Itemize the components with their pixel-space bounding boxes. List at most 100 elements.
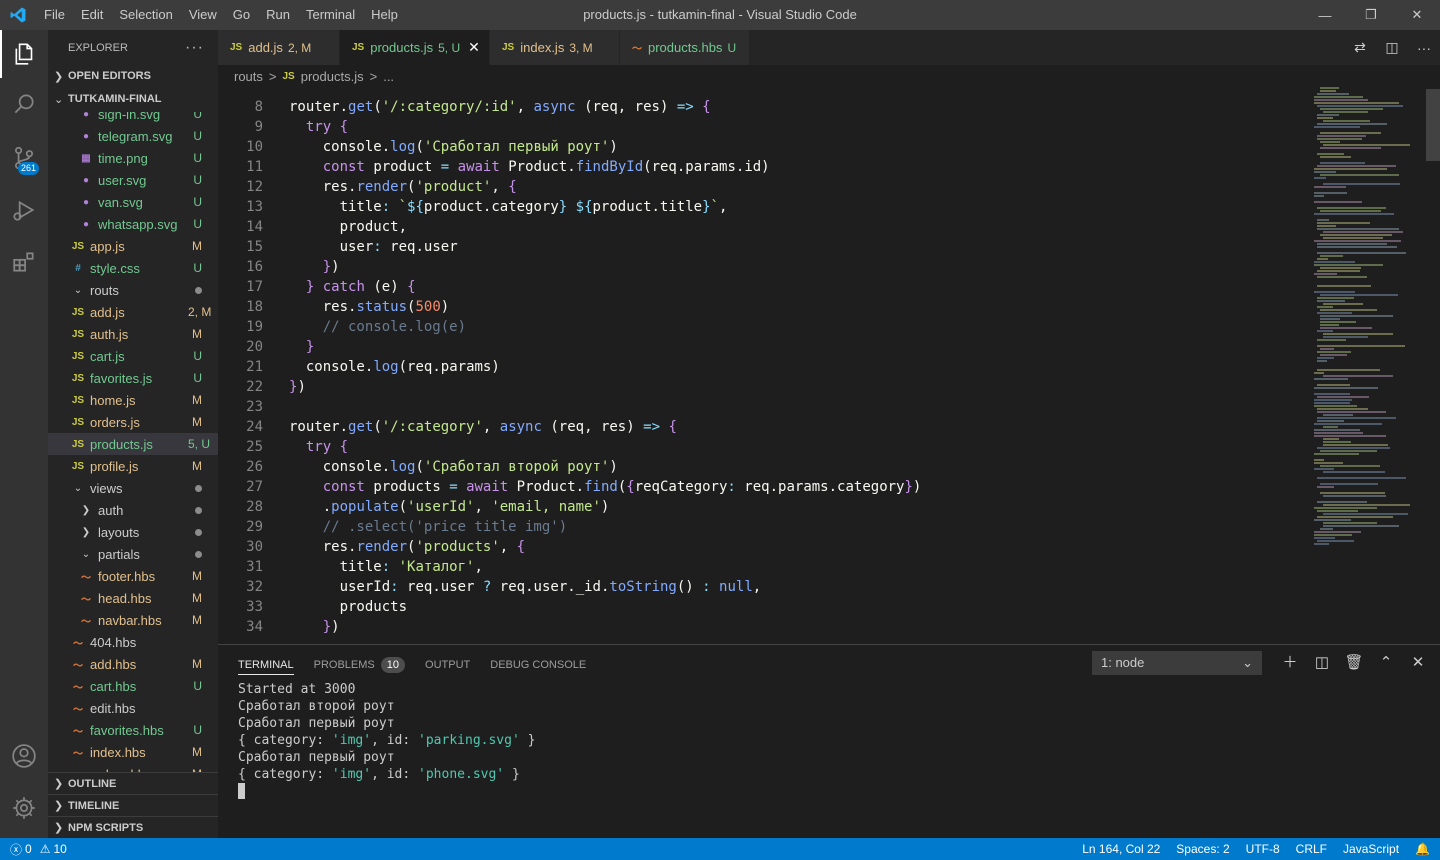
split-terminal-icon[interactable]: ◫ [1306,651,1338,675]
code-line[interactable]: 26 console.log('Сработал второй роут') [218,457,1308,477]
code-line[interactable]: 21 console.log(req.params) [218,357,1308,377]
tree-item[interactable]: ⌄ partials [48,543,218,565]
code-line[interactable]: 19 // console.log(e) [218,317,1308,337]
tree-item[interactable]: ● telegram.svg U [48,125,218,147]
tree-item[interactable]: JS favorites.js U [48,367,218,389]
code-line[interactable]: 20 } [218,337,1308,357]
tree-item[interactable]: # style.css U [48,257,218,279]
code-line[interactable]: 29 // .select('price title img') [218,517,1308,537]
menu-item-run[interactable]: Run [258,0,298,30]
code-line[interactable]: 33 products [218,597,1308,617]
tree-item[interactable]: ❯ layouts [48,521,218,543]
code-line[interactable]: 10 console.log('Сработал первый роут') [218,137,1308,157]
open-editors-section[interactable]: ❯ OPEN EDITORS [48,65,218,87]
tree-item[interactable]: 〜 cart.hbs U [48,675,218,697]
tree-item[interactable]: JS profile.js M [48,455,218,477]
code-line[interactable]: 28 .populate('userId', 'email, name') [218,497,1308,517]
tab-debug-console[interactable]: DEBUG CONSOLE [490,655,586,675]
breadcrumb-folder[interactable]: routs [234,69,263,84]
notifications-bell-icon[interactable]: 🔔 [1415,842,1430,856]
tree-item[interactable]: JS products.js 5, U [48,433,218,455]
tree-item[interactable]: ⌄ views [48,477,218,499]
maximize-panel-icon[interactable]: ⌃ [1370,651,1402,675]
tree-item[interactable]: JS add.js 2, M [48,301,218,323]
project-section[interactable]: ⌄ TUTKAMIN-FINAL [48,88,218,110]
menu-item-file[interactable]: File [36,0,73,30]
npm-scripts-section[interactable]: ❯ NPM SCRIPTS [48,816,218,838]
new-terminal-icon[interactable]: ＋ [1274,651,1306,675]
code-line[interactable]: 11 const product = await Product.findByI… [218,157,1308,177]
tree-item[interactable]: ● user.svg U [48,169,218,191]
more-actions-icon[interactable]: ··· [1408,40,1440,56]
code-line[interactable]: 9 try { [218,117,1308,137]
encoding[interactable]: UTF-8 [1246,842,1280,856]
code-editor[interactable]: 8 router.get('/:category/:id', async (req… [218,87,1440,644]
scrollbar-thumb[interactable] [1426,89,1440,161]
settings-gear-icon[interactable] [0,784,48,832]
menu-item-terminal[interactable]: Terminal [298,0,363,30]
tree-item[interactable]: 〜 edit.hbs [48,697,218,719]
source-control-icon[interactable]: 261 [0,134,48,182]
menu-item-selection[interactable]: Selection [111,0,180,30]
code-line[interactable]: 25 try { [218,437,1308,457]
close-tab-icon[interactable]: ✕ [468,39,480,56]
tree-item[interactable]: JS orders.js M [48,411,218,433]
minimap[interactable] [1314,87,1426,644]
tab-output[interactable]: OUTPUT [425,655,470,675]
tree-item[interactable]: 〜 footer.hbs M [48,565,218,587]
code-line[interactable]: 16 }) [218,257,1308,277]
outline-section[interactable]: ❯ OUTLINE [48,772,218,794]
explorer-icon[interactable] [0,30,48,78]
terminal-selector[interactable]: 1: node ⌄ [1092,651,1262,675]
menu-item-view[interactable]: View [181,0,225,30]
compare-changes-icon[interactable]: ⇄ [1344,39,1376,56]
extensions-icon[interactable] [0,238,48,286]
close-window-icon[interactable]: ✕ [1394,0,1440,30]
problems-status[interactable]: ⓧ 0 ⚠ 10 [10,838,67,860]
tree-item[interactable]: ▦ time.png U [48,147,218,169]
code-line[interactable]: 22}) [218,377,1308,397]
language-mode[interactable]: JavaScript [1343,842,1399,856]
code-line[interactable]: 30 res.render('products', { [218,537,1308,557]
breadcrumb-file[interactable]: products.js [301,69,364,84]
tab-add-js[interactable]: JS add.js 2, M [218,30,340,65]
tab-terminal[interactable]: TERMINAL [238,655,294,675]
editor-scrollbar[interactable] [1426,87,1440,644]
restore-icon[interactable]: ❐ [1348,0,1394,30]
tree-item[interactable]: ● sign-in.svg U [48,112,218,125]
search-icon[interactable] [0,80,48,128]
code-line[interactable]: 12 res.render('product', { [218,177,1308,197]
tree-item[interactable]: 〜 favorites.hbs U [48,719,218,741]
code-line[interactable]: 34 }) [218,617,1308,637]
split-editor-icon[interactable]: ◫ [1376,39,1408,56]
tab-problems[interactable]: PROBLEMS 10 [314,655,406,675]
more-actions-icon[interactable]: ··· [185,39,204,57]
tree-item[interactable]: 〜 navbar.hbs M [48,609,218,631]
timeline-section[interactable]: ❯ TIMELINE [48,794,218,816]
tree-item[interactable]: ⌄ routs [48,279,218,301]
terminal-prompt[interactable] [238,783,535,800]
code-line[interactable]: 23 [218,397,1308,417]
breadcrumb-symbol[interactable]: ... [383,69,394,84]
close-panel-icon[interactable]: ✕ [1402,651,1434,675]
code-line[interactable]: 17 } catch (e) { [218,277,1308,297]
code-line[interactable]: 31 title: 'Каталог', [218,557,1308,577]
tree-item[interactable]: ❯ auth [48,499,218,521]
cursor-position[interactable]: Ln 164, Col 22 [1082,842,1160,856]
tree-item[interactable]: JS auth.js M [48,323,218,345]
tab-products-hbs[interactable]: 〜 products.hbs U [620,30,750,65]
run-debug-icon[interactable] [0,186,48,234]
menu-item-edit[interactable]: Edit [73,0,111,30]
code-line[interactable]: 18 res.status(500) [218,297,1308,317]
tree-item[interactable]: 〜 404.hbs [48,631,218,653]
code-line[interactable]: 32 userId: req.user ? req.user._id.toStr… [218,577,1308,597]
end-of-line[interactable]: CRLF [1296,842,1327,856]
terminal-output[interactable]: Started at 3000 Сработал второй роут Срабо… [238,681,535,800]
menu-item-help[interactable]: Help [363,0,406,30]
indentation[interactable]: Spaces: 2 [1176,842,1229,856]
code-line[interactable]: 13 title: `${product.category} ${product… [218,197,1308,217]
code-line[interactable]: 15 user: req.user [218,237,1308,257]
tree-item[interactable]: 〜 index.hbs M [48,741,218,763]
tree-item[interactable]: ● whatsapp.svg U [48,213,218,235]
code-line[interactable]: 27 const products = await Product.find({… [218,477,1308,497]
